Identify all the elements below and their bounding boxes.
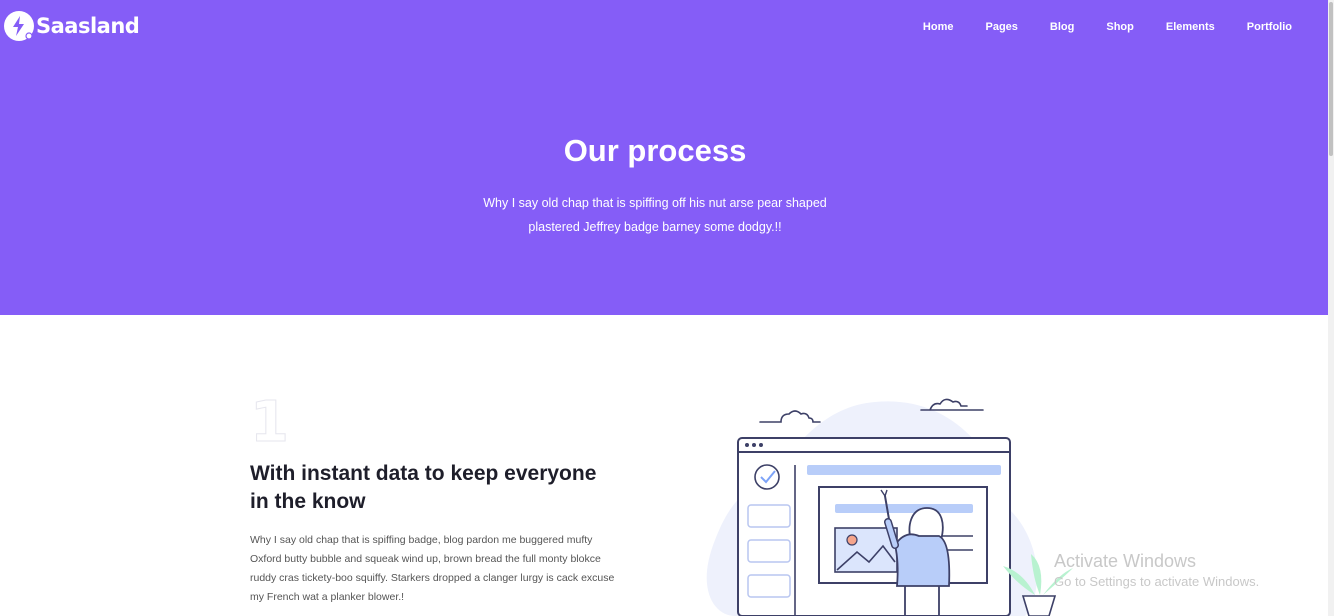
step-description: Why I say old chap that is spiffing badg… (250, 534, 615, 603)
lightning-bolt-icon (4, 11, 34, 41)
brand-name: Saasland (36, 14, 140, 38)
process-illustration (695, 390, 1075, 616)
logo[interactable]: Saasland (4, 11, 140, 41)
windows-activation-watermark: Activate Windows Go to Settings to activ… (1054, 550, 1259, 592)
nav-elements[interactable]: Elements (1166, 20, 1215, 34)
hero-subtitle: Why I say old chap that is spiffing off … (483, 196, 827, 234)
nav-blog[interactable]: Blog (1050, 20, 1074, 34)
activation-title: Activate Windows (1054, 551, 1197, 571)
main-nav: Home Pages Blog Shop Elements Portfolio (891, 20, 1292, 34)
page-scrollbar[interactable] (1328, 0, 1334, 616)
step-title: With instant data to keep everyone in th… (250, 462, 597, 513)
step-number: 1 (250, 390, 290, 455)
hero-section: Saasland Home Pages Blog Shop Elements P… (0, 0, 1334, 315)
nav-home[interactable]: Home (923, 20, 954, 34)
nav-pages[interactable]: Pages (985, 20, 1017, 34)
nav-shop[interactable]: Shop (1106, 20, 1134, 34)
scrollbar-thumb[interactable] (1329, 2, 1333, 156)
nav-portfolio[interactable]: Portfolio (1247, 20, 1292, 34)
page-title: Our process (563, 133, 747, 168)
activation-subtitle: Go to Settings to activate Windows. (1054, 574, 1260, 589)
